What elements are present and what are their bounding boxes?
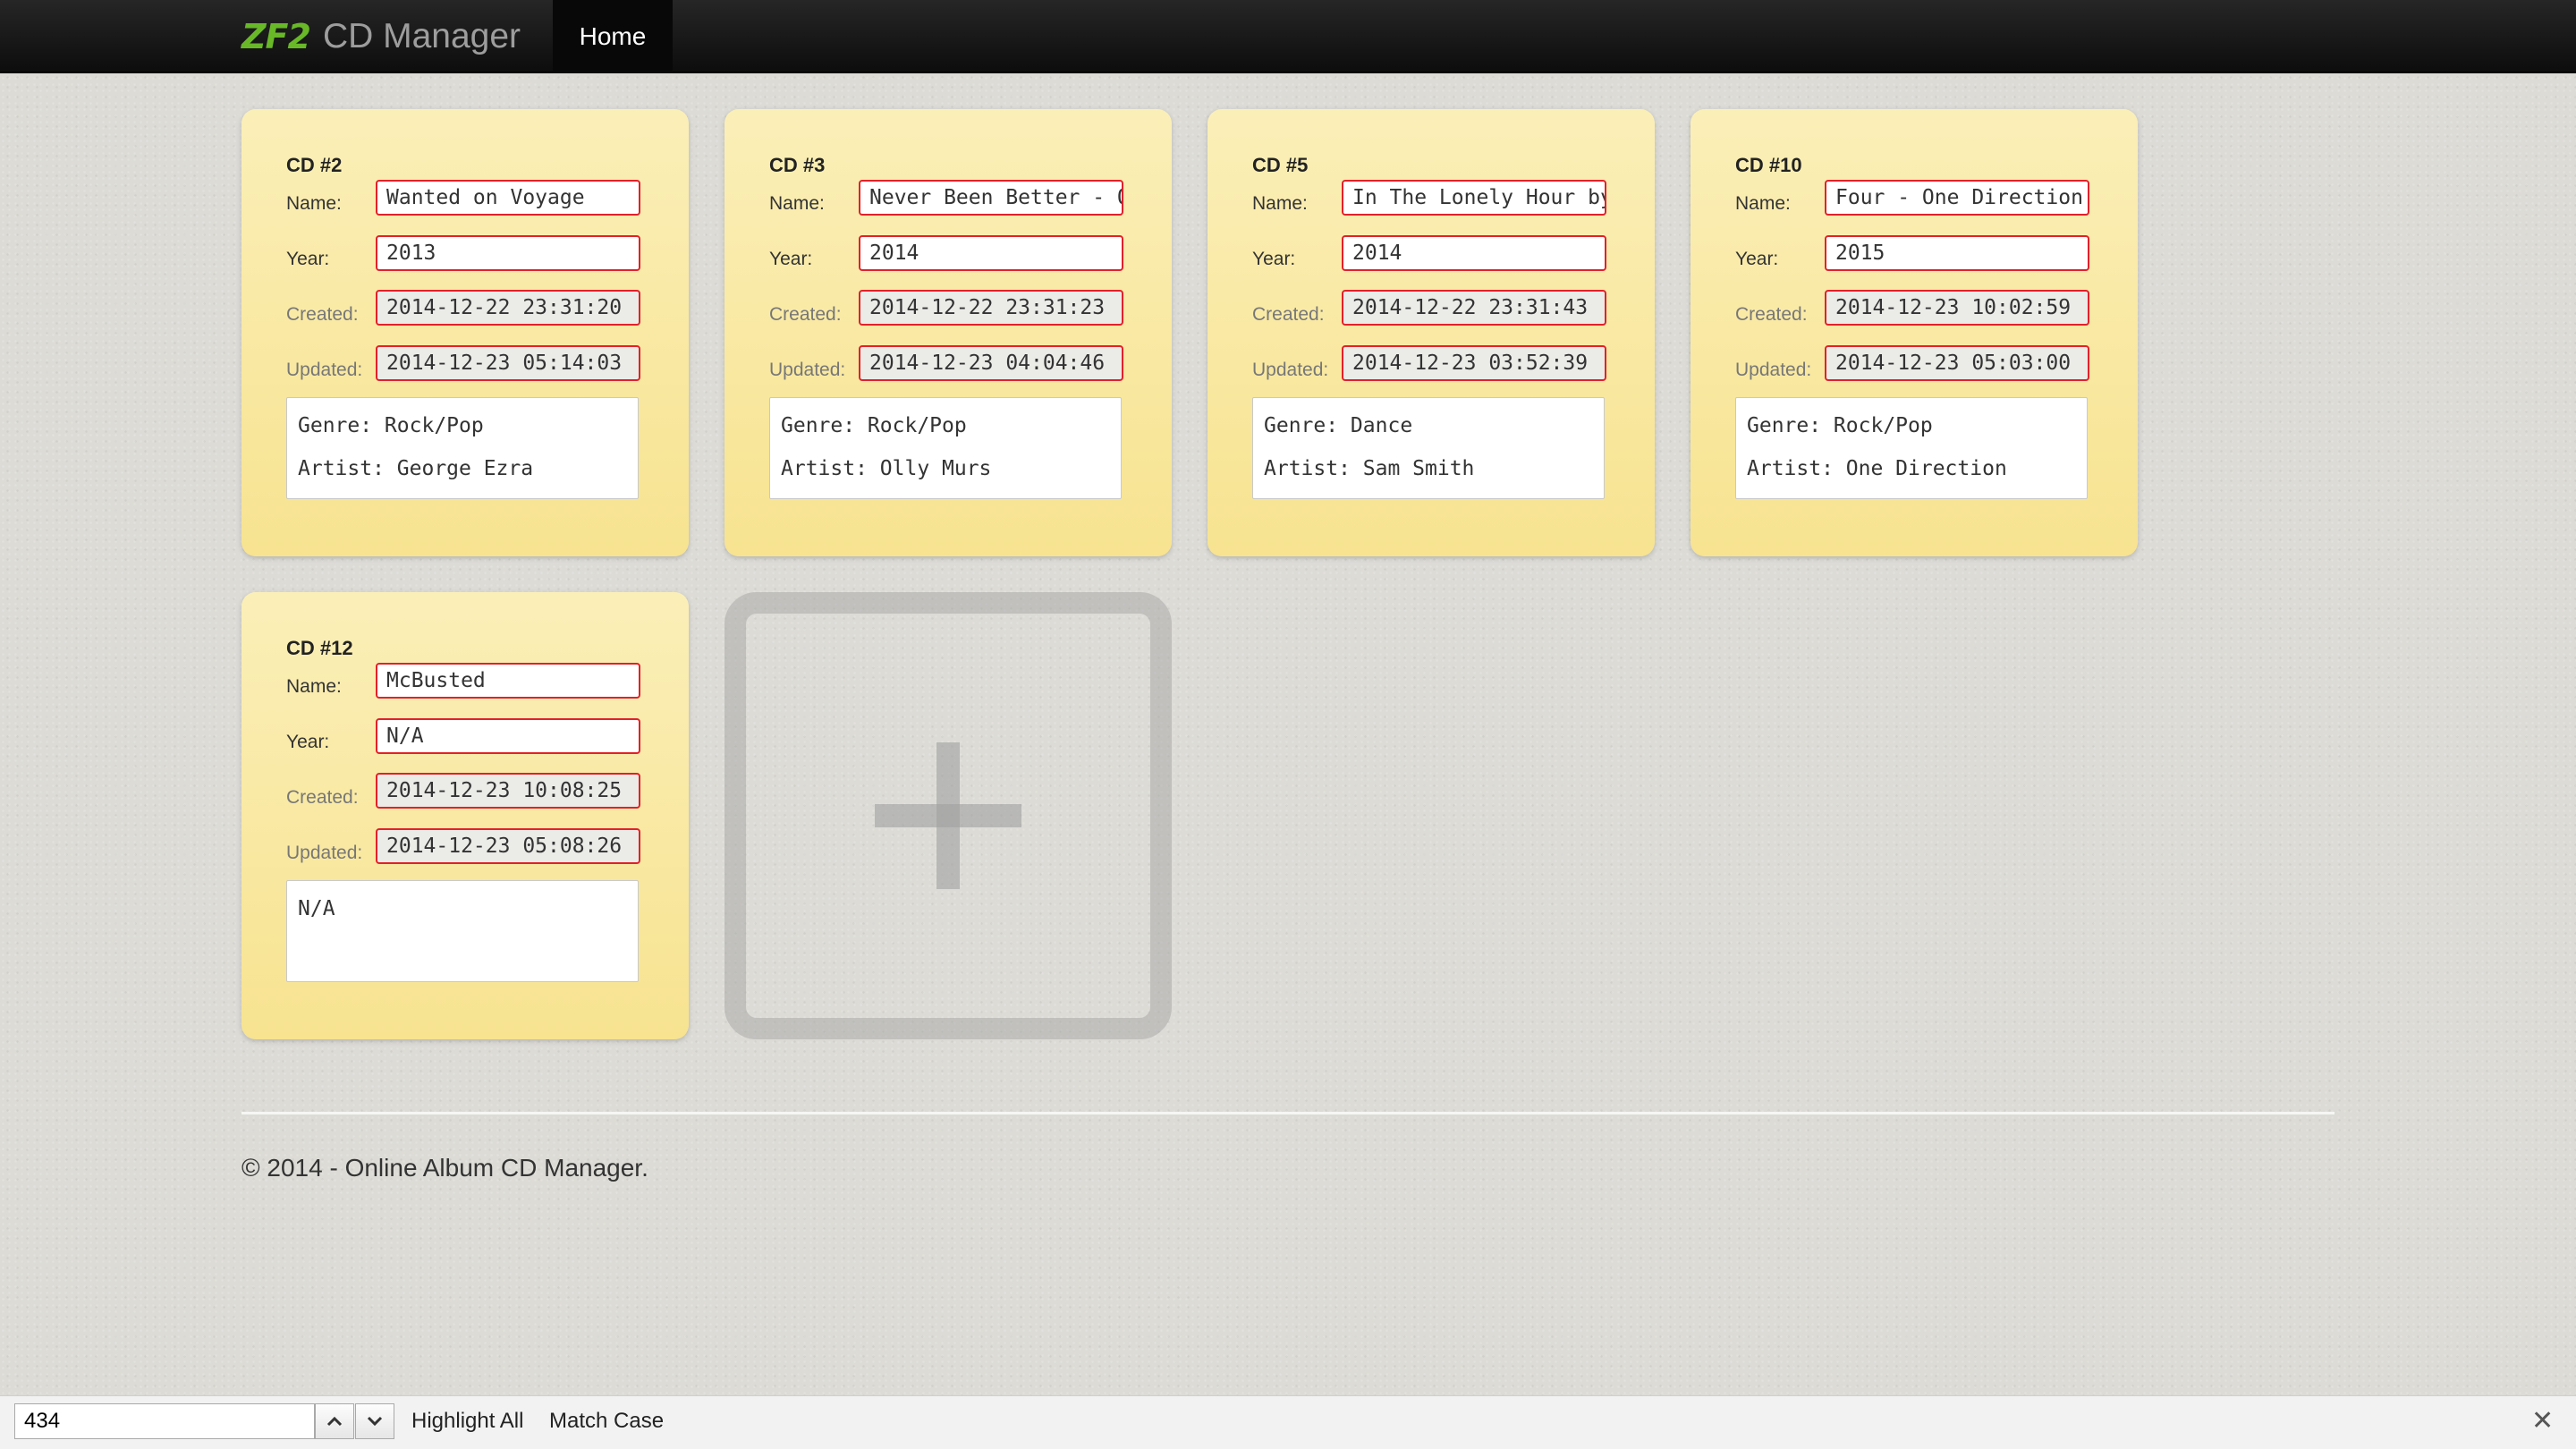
created-field: 2014-12-22 23:31:20: [376, 290, 640, 326]
chevron-down-icon: [367, 1416, 383, 1427]
cd-title: CD #5: [1252, 154, 1309, 176]
name-label: Name:: [1735, 193, 1791, 214]
footer-divider: [242, 1112, 2334, 1114]
updated-label: Updated:: [286, 843, 363, 863]
add-cd-button[interactable]: [724, 592, 1172, 1039]
name-field[interactable]: In The Lonely Hour by Sam Smith: [1342, 180, 1606, 216]
updated-field: 2014-12-23 05:14:03: [376, 345, 640, 381]
updated-label: Updated:: [769, 360, 846, 380]
created-label: Created:: [1252, 304, 1325, 325]
artist-text: Artist: Olly Murs: [781, 457, 992, 480]
year-label: Year:: [769, 249, 813, 269]
year-field[interactable]: N/A: [376, 718, 640, 754]
name-label: Name:: [286, 676, 342, 697]
brand-title: CD Manager: [322, 17, 521, 55]
cd-title: CD #10: [1735, 154, 1802, 176]
cd-card: CD #10 Name: Four - One Direction Year: …: [1690, 109, 2138, 556]
created-label: Created:: [286, 304, 359, 325]
year-field[interactable]: 2015: [1825, 235, 2089, 271]
find-input[interactable]: [14, 1403, 315, 1439]
name-field[interactable]: Never Been Better - Olly Murs: [859, 180, 1123, 216]
genre-text: Genre: Rock/Pop: [1747, 414, 1933, 437]
top-navbar: ZF2 CD Manager Home: [0, 0, 2576, 73]
artist-text: Artist: One Direction: [1747, 457, 2007, 480]
updated-field: 2014-12-23 05:08:26: [376, 828, 640, 864]
name-field[interactable]: Wanted on Voyage: [376, 180, 640, 216]
genre-text: Genre: Rock/Pop: [298, 414, 484, 437]
updated-field: 2014-12-23 05:03:00: [1825, 345, 2089, 381]
year-label: Year:: [286, 249, 330, 269]
artist-text: Artist: Sam Smith: [1264, 457, 1475, 480]
cd-title: CD #3: [769, 154, 826, 176]
cd-card: CD #5 Name: In The Lonely Hour by Sam Sm…: [1208, 109, 1655, 556]
year-field[interactable]: 2014: [859, 235, 1123, 271]
created-field: 2014-12-22 23:31:23: [859, 290, 1123, 326]
genre-text: Genre: Rock/Pop: [781, 414, 967, 437]
name-field[interactable]: Four - One Direction: [1825, 180, 2089, 216]
genre-text: N/A: [298, 897, 335, 920]
cd-title: CD #2: [286, 154, 343, 176]
cd-title: CD #12: [286, 637, 353, 659]
description-textarea[interactable]: Genre: Rock/Pop Artist: One Direction: [1735, 397, 2088, 499]
year-field[interactable]: 2014: [1342, 235, 1606, 271]
description-textarea[interactable]: Genre: Rock/Pop Artist: Olly Murs: [769, 397, 1122, 499]
updated-label: Updated:: [1735, 360, 1812, 380]
description-textarea[interactable]: Genre: Dance Artist: Sam Smith: [1252, 397, 1605, 499]
match-case-toggle[interactable]: Match Case: [549, 1405, 664, 1437]
updated-field: 2014-12-23 04:04:46: [859, 345, 1123, 381]
chevron-up-icon: [326, 1416, 343, 1427]
close-icon[interactable]: ✕: [2531, 1405, 2554, 1437]
find-bar: Highlight All Match Case ✕: [0, 1395, 2576, 1449]
created-field: 2014-12-23 10:02:59: [1825, 290, 2089, 326]
year-label: Year:: [1735, 249, 1779, 269]
description-textarea[interactable]: Genre: Rock/Pop Artist: George Ezra: [286, 397, 639, 499]
find-next-button[interactable]: [355, 1403, 394, 1439]
name-label: Name:: [286, 193, 342, 214]
highlight-all-toggle[interactable]: Highlight All: [411, 1405, 523, 1437]
created-label: Created:: [1735, 304, 1808, 325]
year-label: Year:: [1252, 249, 1296, 269]
created-label: Created:: [769, 304, 842, 325]
created-label: Created:: [286, 787, 359, 808]
brand-link[interactable]: ZF2 CD Manager: [242, 0, 521, 73]
created-field: 2014-12-23 10:08:25: [376, 773, 640, 809]
updated-label: Updated:: [1252, 360, 1329, 380]
find-previous-button[interactable]: [315, 1403, 354, 1439]
plus-icon-vertical: [936, 742, 960, 889]
year-label: Year:: [286, 732, 330, 752]
cd-card: CD #2 Name: Wanted on Voyage Year: 2013 …: [242, 109, 689, 556]
cd-card: CD #3 Name: Never Been Better - Olly Mur…: [724, 109, 1172, 556]
genre-text: Genre: Dance: [1264, 414, 1413, 437]
cd-card: CD #12 Name: McBusted Year: N/A Created:…: [242, 592, 689, 1039]
artist-text: Artist: George Ezra: [298, 457, 534, 480]
year-field[interactable]: 2013: [376, 235, 640, 271]
zf2-logo-icon: ZF2: [242, 17, 311, 56]
name-label: Name:: [1252, 193, 1308, 214]
name-field[interactable]: McBusted: [376, 663, 640, 699]
updated-field: 2014-12-23 03:52:39: [1342, 345, 1606, 381]
description-textarea[interactable]: N/A: [286, 880, 639, 982]
nav-home-link[interactable]: Home: [553, 0, 673, 73]
created-field: 2014-12-22 23:31:43: [1342, 290, 1606, 326]
footer-copyright: © 2014 - Online Album CD Manager.: [242, 1154, 648, 1182]
updated-label: Updated:: [286, 360, 363, 380]
artist-text: [298, 938, 627, 981]
name-label: Name:: [769, 193, 825, 214]
